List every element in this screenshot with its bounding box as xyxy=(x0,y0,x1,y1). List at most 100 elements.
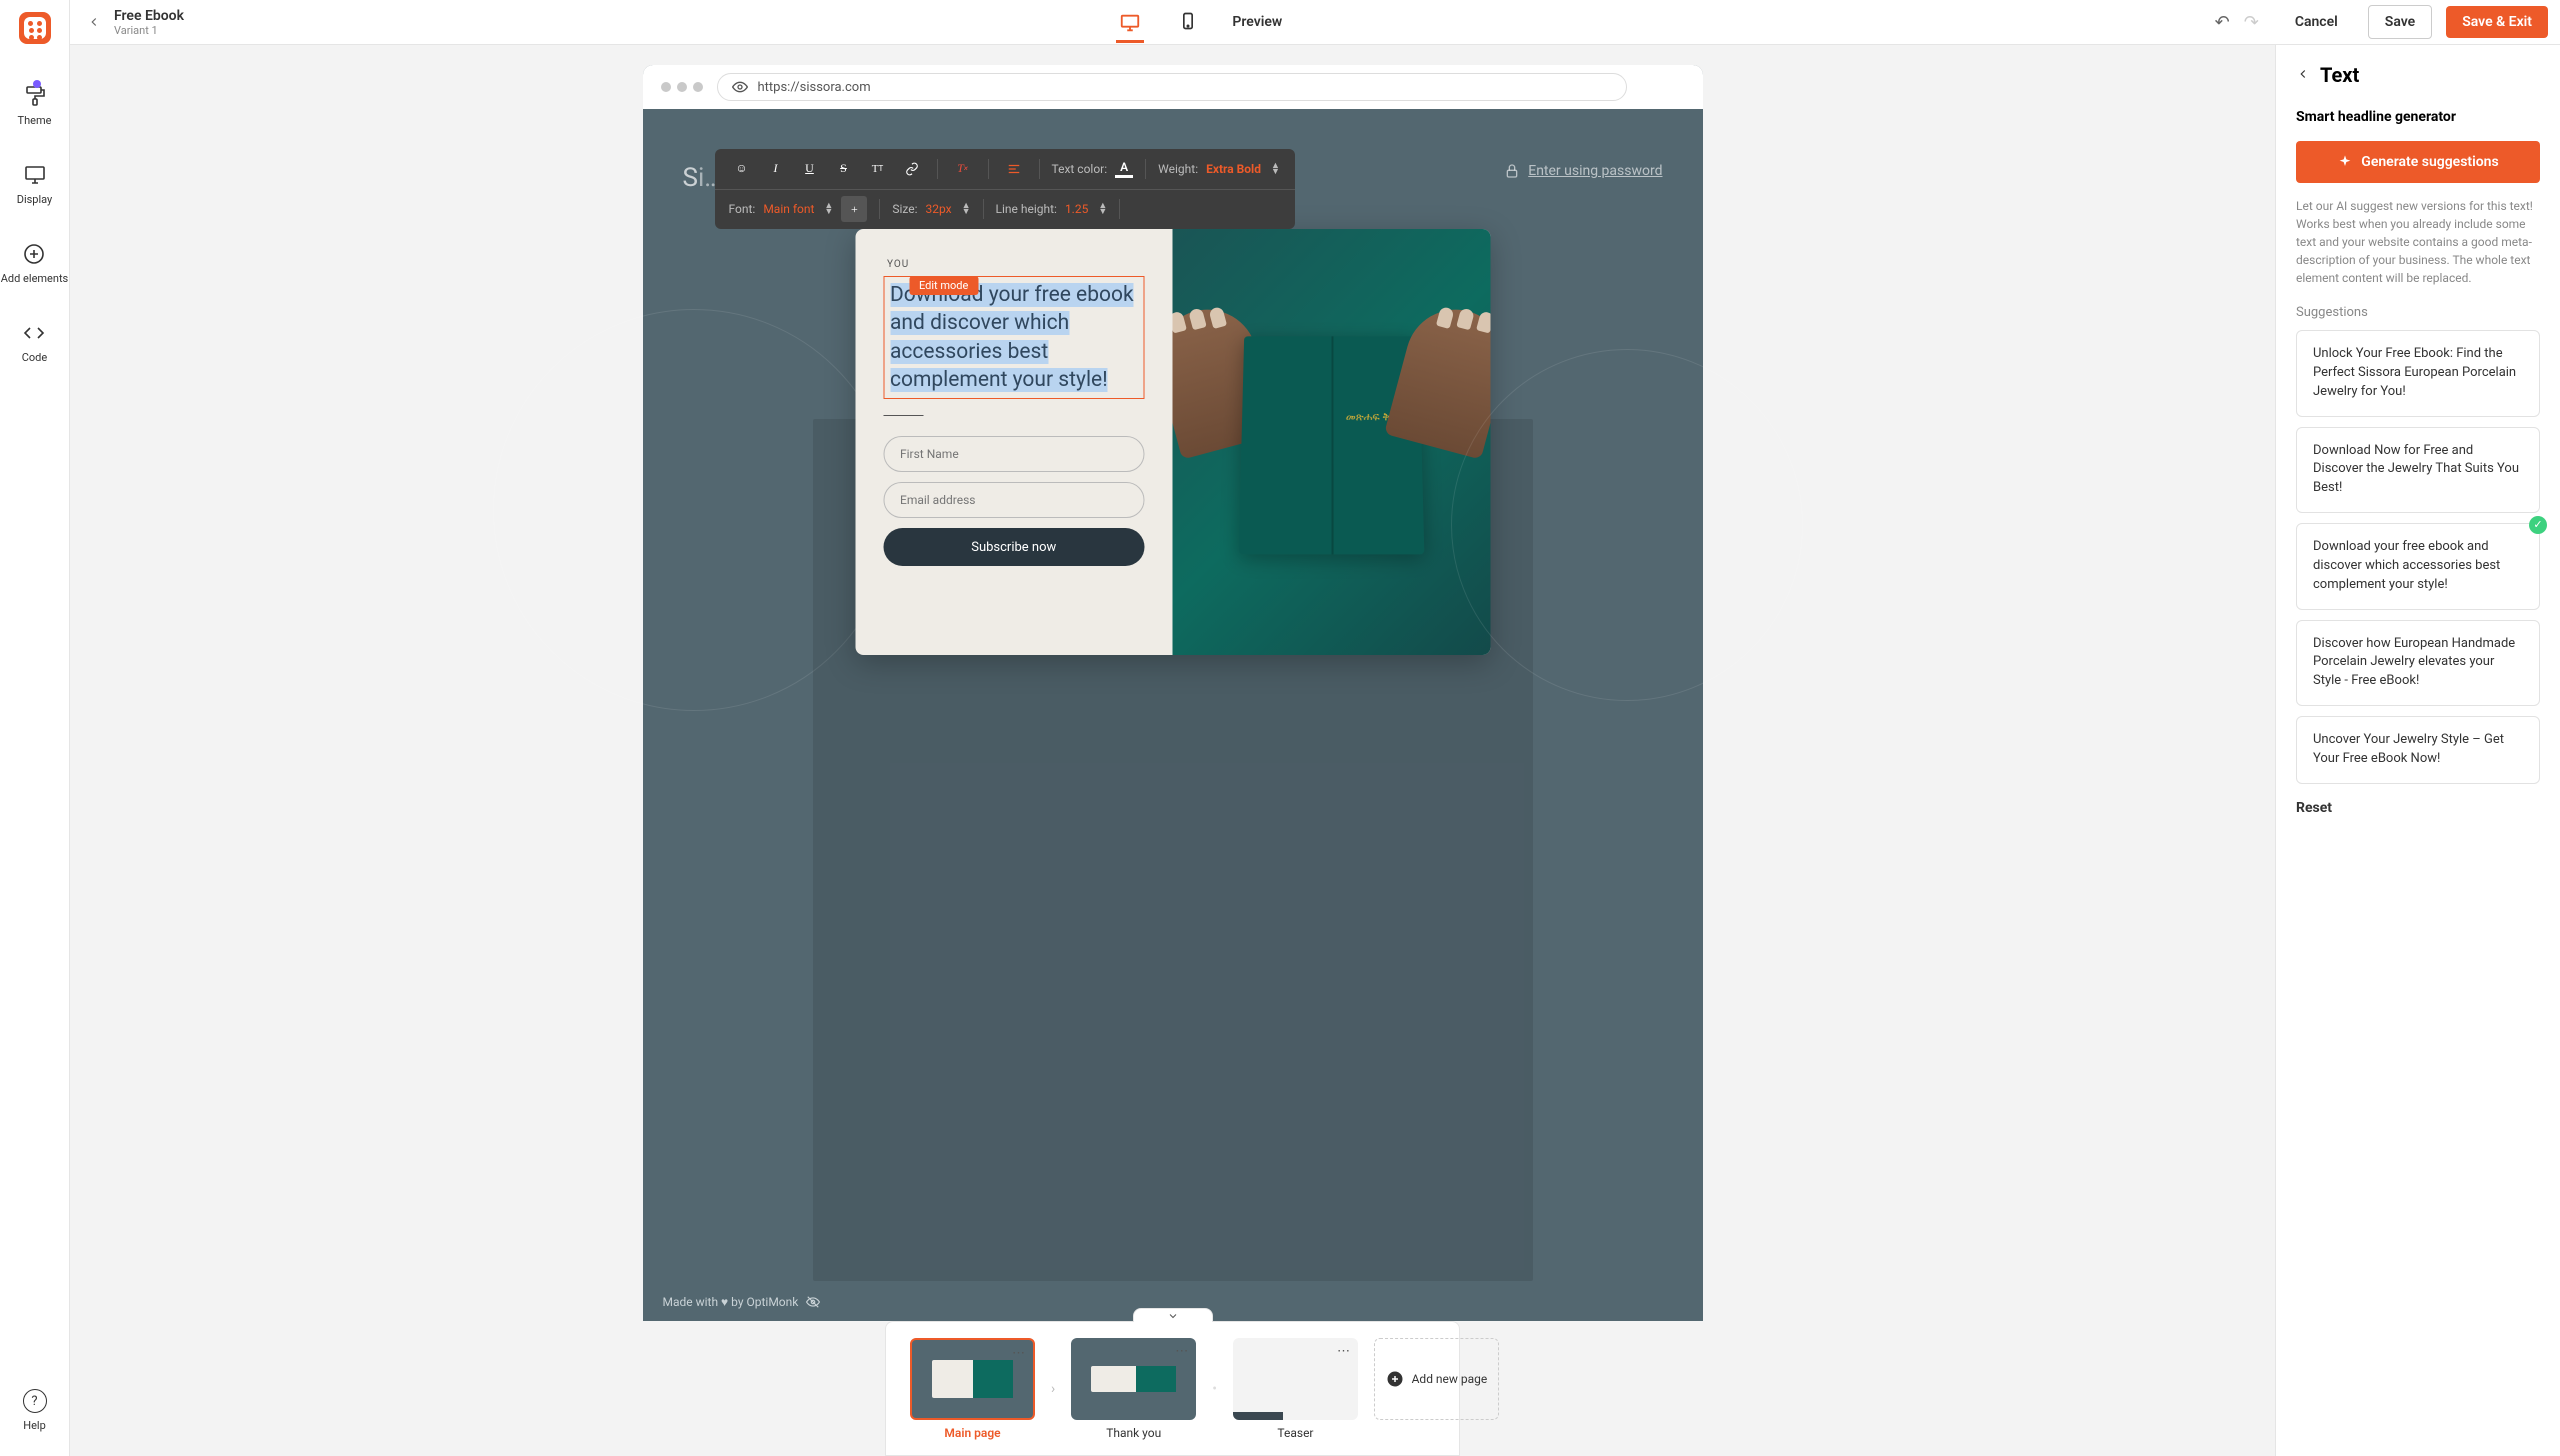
panel-description: Let our AI suggest new versions for this… xyxy=(2296,197,2540,287)
monitor-icon xyxy=(23,163,47,187)
suggestion-card-selected[interactable]: Download your free ebook and discover wh… xyxy=(2296,523,2540,610)
page-label-thankyou: Thank you xyxy=(1106,1426,1161,1440)
popup-image: መጽሐፍ ቅዱስ xyxy=(1173,229,1491,655)
desktop-icon xyxy=(1119,12,1141,34)
url-text: https://sissora.com xyxy=(758,80,871,95)
cancel-button[interactable]: Cancel xyxy=(2279,6,2354,38)
lh-label: Line height: xyxy=(996,202,1057,216)
save-button[interactable]: Save xyxy=(2368,5,2432,39)
sparkle-icon xyxy=(2337,154,2353,170)
font-stepper[interactable]: ▲▼ xyxy=(824,203,833,215)
size-label: Size: xyxy=(892,202,917,216)
paint-roller-icon xyxy=(23,84,47,108)
suggestion-card[interactable]: Uncover Your Jewelry Style – Get Your Fr… xyxy=(2296,716,2540,784)
suggestion-card[interactable]: Discover how European Handmade Porcelain… xyxy=(2296,620,2540,707)
add-page-button[interactable]: Add new page xyxy=(1374,1338,1499,1420)
nav-help[interactable]: ? Help xyxy=(23,1389,47,1432)
chevron-down-icon xyxy=(1167,1310,1179,1322)
generate-button[interactable]: Generate suggestions xyxy=(2296,141,2540,183)
underline-button[interactable]: U xyxy=(797,156,823,182)
nav-display[interactable]: Display xyxy=(17,163,53,206)
headline-text: Download your free ebook and discover wh… xyxy=(890,283,1134,392)
panel-subtitle: Smart headline generator xyxy=(2296,109,2540,125)
page-label-teaser: Teaser xyxy=(1277,1426,1313,1440)
reset-button[interactable]: Reset xyxy=(2296,800,2540,816)
enter-password-link[interactable]: Enter using password xyxy=(1504,163,1662,179)
nav-code[interactable]: Code xyxy=(22,321,47,364)
link-button[interactable] xyxy=(899,156,925,182)
size-value[interactable]: 32px xyxy=(926,202,952,216)
font-value[interactable]: Main font xyxy=(763,202,814,216)
eye-icon xyxy=(732,79,748,95)
topbar: Free Ebook Variant 1 Preview ↶ ↷ Cancel … xyxy=(70,0,2560,45)
chevron-left-icon xyxy=(2296,67,2310,81)
emoji-button[interactable]: ☺ xyxy=(729,156,755,182)
page-title: Free Ebook xyxy=(114,8,184,24)
nav-display-label: Display xyxy=(17,193,53,206)
italic-button[interactable]: I xyxy=(763,156,789,182)
page-thumb-teaser[interactable]: ⋯ xyxy=(1233,1338,1358,1420)
weight-label: Weight: xyxy=(1158,162,1198,176)
device-mobile-tab[interactable] xyxy=(1174,8,1202,36)
strike-button[interactable]: S xyxy=(831,156,857,182)
help-icon: ? xyxy=(23,1389,47,1413)
page-menu-main[interactable]: ⋯ xyxy=(1012,1346,1025,1361)
panel-title: Text xyxy=(2320,63,2359,87)
popup-preview: ✕ YOU Edit mode Download your free ebook… xyxy=(855,229,1490,655)
page-menu-thankyou[interactable]: ⋯ xyxy=(1175,1344,1188,1359)
undo-button[interactable]: ↶ xyxy=(2215,12,2230,33)
weight-stepper[interactable]: ▲▼ xyxy=(1271,163,1280,175)
page-thumb-thankyou[interactable]: ⋯ xyxy=(1071,1338,1196,1420)
nav-add-elements[interactable]: Add elements xyxy=(1,242,68,285)
suggestion-card[interactable]: Unlock Your Free Ebook: Find the Perfect… xyxy=(2296,330,2540,417)
panel-back-button[interactable] xyxy=(2296,66,2310,85)
text-color-button[interactable]: A xyxy=(1115,160,1133,178)
suggestions-label: Suggestions xyxy=(2296,305,2540,320)
popup-kicker: YOU xyxy=(887,259,1145,270)
plus-circle-icon xyxy=(1386,1370,1404,1388)
lh-value[interactable]: 1.25 xyxy=(1065,202,1088,216)
left-rail: Theme Display Add elements Code ? Help xyxy=(0,0,70,1456)
edit-mode-badge: Edit mode xyxy=(909,276,978,295)
weight-value[interactable]: Extra Bold xyxy=(1206,162,1261,176)
nav-help-label: Help xyxy=(23,1419,46,1432)
dot-separator: • xyxy=(1212,1381,1217,1397)
page-menu-teaser[interactable]: ⋯ xyxy=(1337,1344,1350,1359)
save-exit-button[interactable]: Save & Exit xyxy=(2446,6,2548,38)
right-panel: Text Smart headline generator Generate s… xyxy=(2275,45,2560,1456)
device-desktop-tab[interactable] xyxy=(1116,15,1144,43)
page-strip: ⋯ Main page › ⋯ Thank you • xyxy=(885,1321,1460,1456)
eye-off-icon[interactable] xyxy=(806,1295,820,1309)
align-left-icon xyxy=(1007,162,1021,176)
size-stepper[interactable]: ▲▼ xyxy=(962,203,971,215)
nav-theme-label: Theme xyxy=(18,114,52,127)
page-subtitle: Variant 1 xyxy=(114,24,184,37)
page-thumb-main[interactable]: ⋯ xyxy=(910,1338,1035,1420)
app-logo[interactable] xyxy=(19,12,51,44)
nav-code-label: Code xyxy=(22,351,47,364)
add-font-button[interactable]: + xyxy=(841,196,867,222)
back-button[interactable] xyxy=(82,10,106,34)
suggestion-card[interactable]: Download Now for Free and Discover the J… xyxy=(2296,427,2540,514)
email-input[interactable] xyxy=(883,482,1145,518)
window-dots xyxy=(661,82,703,92)
nav-theme[interactable]: Theme xyxy=(18,84,52,127)
preview-button[interactable]: Preview xyxy=(1232,14,1282,30)
redo-button[interactable]: ↷ xyxy=(2244,12,2259,33)
headline-editor[interactable]: Edit mode Download your free ebook and d… xyxy=(883,276,1145,399)
page-strip-handle[interactable] xyxy=(1133,1308,1213,1322)
url-bar[interactable]: https://sissora.com xyxy=(717,73,1627,101)
subscribe-button[interactable]: Subscribe now xyxy=(883,528,1145,566)
browser-frame: https://sissora.com Si… Enter using pass… xyxy=(643,65,1703,1321)
clear-format-button[interactable]: T× xyxy=(950,156,976,182)
case-button[interactable]: TT xyxy=(865,156,891,182)
chevron-left-icon xyxy=(87,15,101,29)
font-label: Font: xyxy=(729,202,756,216)
align-button[interactable] xyxy=(1001,156,1027,182)
link-icon xyxy=(905,162,919,176)
first-name-input[interactable] xyxy=(883,436,1145,472)
lh-stepper[interactable]: ▲▼ xyxy=(1098,203,1107,215)
chevron-right-icon: › xyxy=(1051,1381,1055,1397)
lock-icon xyxy=(1504,163,1520,179)
code-icon xyxy=(22,321,46,345)
